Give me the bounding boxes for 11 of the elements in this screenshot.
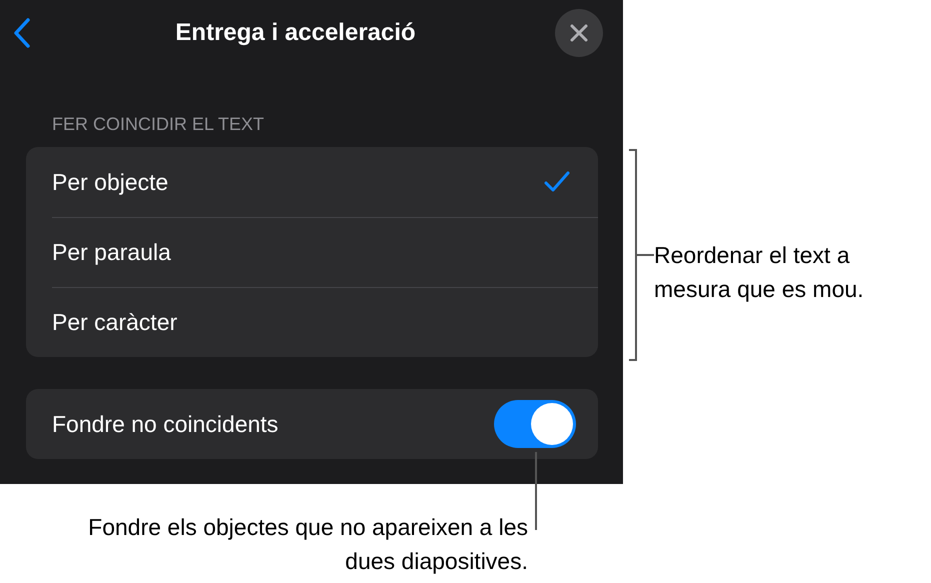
close-button[interactable] [555,9,603,57]
option-row[interactable]: Per paraula [26,217,598,287]
option-row[interactable]: Per caràcter [26,287,598,357]
toggle-switch[interactable] [494,400,576,448]
callout-text: Reordenar el text a mesura que es mou. [654,241,865,304]
close-icon [569,23,589,43]
toggle-label: Fondre no coincidents [52,410,278,439]
option-row[interactable]: Per objecte [26,147,598,217]
section-label: FER COINCIDIR EL TEXT [52,114,266,134]
panel-title: Entrega i acceleració [174,18,417,48]
callout-text: Fondre els objectes que no apareixen a les dues diapositives. [87,513,528,576]
